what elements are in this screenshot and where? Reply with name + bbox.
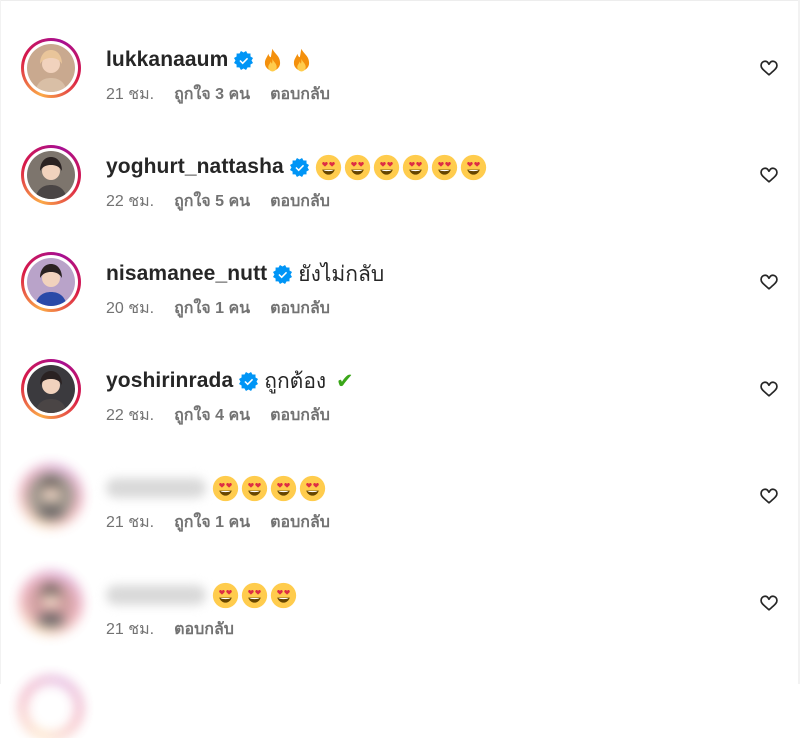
likes-count[interactable]: ถูกใจ 1 คน	[174, 296, 250, 321]
comment-body	[106, 580, 297, 610]
username[interactable]: yoghurt_nattasha	[106, 155, 284, 179]
comment-meta: 21 ชม. ถูกใจ 3 คน ตอบกลับ	[106, 82, 330, 107]
comment-item: 21 ชม. ถูกใจ 1 คน ตอบกลับ	[0, 466, 800, 573]
comment-time[interactable]: 21 ชม.	[106, 510, 154, 535]
comment-meta: 22 ชม. ถูกใจ 5 คน ตอบกลับ	[106, 189, 330, 214]
emoji-group	[259, 47, 315, 74]
reply-button[interactable]: ตอบกลับ	[270, 189, 330, 214]
avatar[interactable]	[21, 38, 81, 98]
comment-meta: 20 ชม. ถูกใจ 1 คน ตอบกลับ	[106, 296, 330, 321]
heart-eyes-emoji-icon	[299, 475, 326, 502]
username-redacted[interactable]	[106, 478, 206, 498]
emoji-group	[212, 475, 326, 502]
reply-button[interactable]: ตอบกลับ	[270, 510, 330, 535]
heart-eyes-emoji-icon	[241, 582, 268, 609]
heart-eyes-emoji-icon	[344, 154, 371, 181]
verified-badge-icon	[289, 157, 309, 177]
avatar[interactable]	[21, 359, 81, 419]
username-redacted[interactable]	[106, 585, 206, 605]
heart-eyes-emoji-icon	[212, 475, 239, 502]
fire-emoji-icon	[259, 47, 286, 74]
emoji-group	[315, 154, 487, 181]
reply-button[interactable]: ตอบกลับ	[270, 403, 330, 428]
comment-meta: 21 ชม. ตอบกลับ	[106, 617, 234, 642]
top-divider	[0, 0, 800, 1]
likes-count[interactable]: ถูกใจ 5 คน	[174, 189, 250, 214]
verified-badge-icon	[239, 371, 259, 391]
comment-body	[106, 473, 326, 503]
heart-eyes-emoji-icon	[315, 154, 342, 181]
comment-body: nisamanee_nutt ยังไม่กลับ	[106, 259, 384, 289]
heart-eyes-emoji-icon	[373, 154, 400, 181]
comment-item: lukkanaaum 21 ชม. ถูกใจ 3 คน ตอบกลับ	[0, 38, 800, 145]
reply-button[interactable]: ตอบกลับ	[174, 617, 234, 642]
comment-time[interactable]: 21 ชม.	[106, 82, 154, 107]
avatar[interactable]	[21, 466, 81, 526]
comment-item: yoshirinrada ถูกต้อง ✔ 22 ชม. ถูกใจ 4 คน ตอบ…	[0, 359, 800, 466]
comment-meta: 22 ชม. ถูกใจ 4 คน ตอบกลับ	[106, 403, 330, 428]
likes-count[interactable]: ถูกใจ 3 คน	[174, 82, 250, 107]
comment-time[interactable]: 20 ชม.	[106, 296, 154, 321]
verified-badge-icon	[273, 264, 293, 284]
comment-body: lukkanaaum	[106, 45, 315, 75]
comment-body: yoghurt_nattasha	[106, 152, 487, 182]
reply-button[interactable]: ตอบกลับ	[270, 296, 330, 321]
comment-text: ยังไม่กลับ	[298, 262, 385, 286]
like-heart-icon[interactable]	[759, 58, 779, 78]
like-heart-icon[interactable]	[759, 593, 779, 613]
heart-eyes-emoji-icon	[460, 154, 487, 181]
avatar-next[interactable]	[21, 678, 81, 738]
avatar[interactable]	[21, 145, 81, 205]
avatar[interactable]	[21, 573, 81, 633]
avatar[interactable]	[21, 252, 81, 312]
comment-time[interactable]: 22 ชม.	[106, 403, 154, 428]
like-heart-icon[interactable]	[759, 272, 779, 292]
check-mark-icon: ✔	[336, 369, 354, 393]
comment-item: 21 ชม. ตอบกลับ	[0, 573, 800, 680]
heart-eyes-emoji-icon	[402, 154, 429, 181]
like-heart-icon[interactable]	[759, 379, 779, 399]
like-heart-icon[interactable]	[759, 165, 779, 185]
likes-count[interactable]: ถูกใจ 4 คน	[174, 403, 250, 428]
username[interactable]: lukkanaaum	[106, 48, 228, 72]
heart-eyes-emoji-icon	[270, 475, 297, 502]
comment-text: ถูกต้อง ✔	[264, 369, 354, 393]
heart-eyes-emoji-icon	[212, 582, 239, 609]
like-heart-icon[interactable]	[759, 486, 779, 506]
heart-eyes-emoji-icon	[270, 582, 297, 609]
fire-emoji-icon	[288, 47, 315, 74]
username[interactable]: yoshirinrada	[106, 369, 233, 393]
emoji-group	[212, 582, 297, 609]
likes-count[interactable]: ถูกใจ 1 คน	[174, 510, 250, 535]
comment-item: nisamanee_nutt ยังไม่กลับ 20 ชม. ถูกใจ 1 คน…	[0, 252, 800, 359]
reply-button[interactable]: ตอบกลับ	[270, 82, 330, 107]
comment-body: yoshirinrada ถูกต้อง ✔	[106, 366, 354, 396]
heart-eyes-emoji-icon	[241, 475, 268, 502]
comment-meta: 21 ชม. ถูกใจ 1 คน ตอบกลับ	[106, 510, 330, 535]
username[interactable]: nisamanee_nutt	[106, 262, 267, 286]
comment-item: yoghurt_nattasha 22 ชม. ถูกใจ 5 คน ตอบกลับ	[0, 145, 800, 252]
comment-time[interactable]: 22 ชม.	[106, 189, 154, 214]
comment-time[interactable]: 21 ชม.	[106, 617, 154, 642]
verified-badge-icon	[234, 50, 254, 70]
heart-eyes-emoji-icon	[431, 154, 458, 181]
